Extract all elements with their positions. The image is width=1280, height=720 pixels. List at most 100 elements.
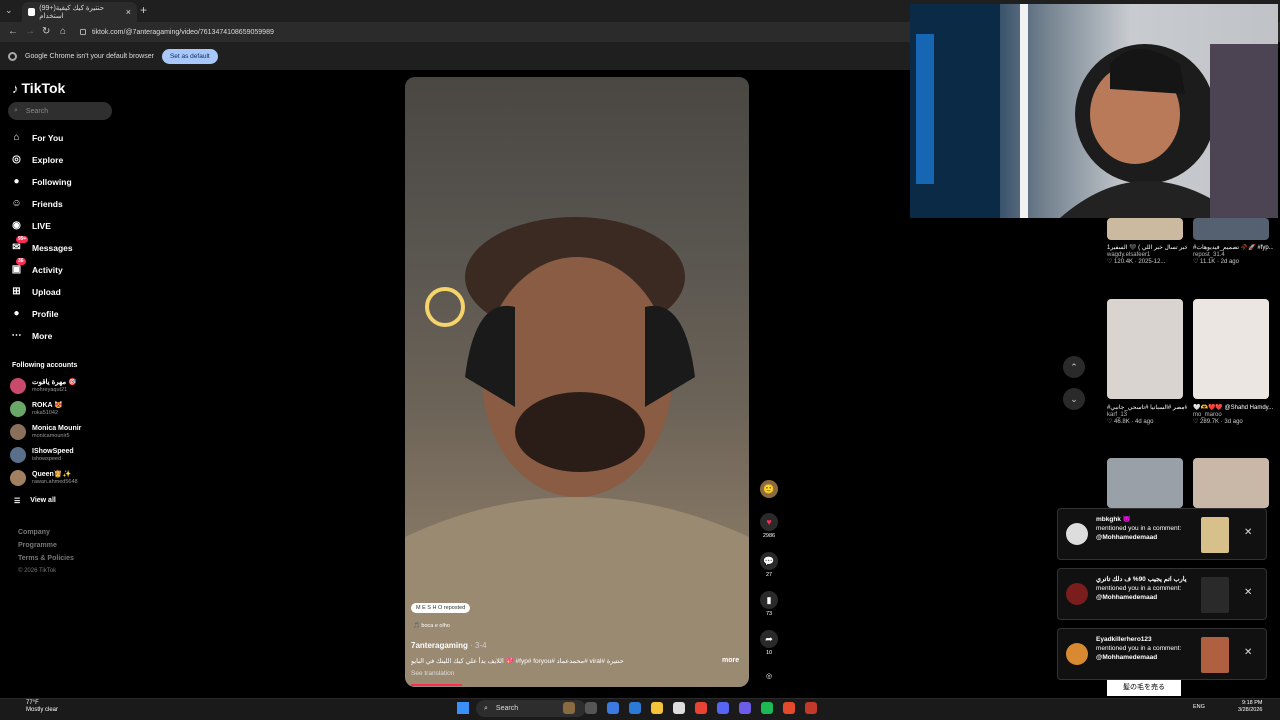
mention-notification[interactable]: Eyadkillerhero123 mentioned you in a comm…	[1057, 628, 1267, 680]
new-tab-icon[interactable]: +	[140, 3, 147, 17]
music-label[interactable]: 🎵 boca e olho	[413, 623, 450, 629]
forward-icon[interactable]: →	[25, 26, 35, 37]
footer-programme[interactable]: Programme	[18, 542, 57, 549]
following-account[interactable]: مهرة ياقوت 🎯 mohreyaqut21	[10, 378, 77, 394]
previous-video-chevron-up-icon[interactable]: ⌃	[1063, 356, 1085, 378]
app-icon[interactable]	[805, 702, 817, 714]
save-button[interactable]: ▮ 73	[758, 591, 780, 617]
nav-item-upload[interactable]: ⊞ Upload	[10, 285, 61, 298]
start-icon[interactable]	[457, 702, 469, 714]
bookmark-icon: ▮	[760, 591, 778, 609]
close-icon[interactable]: ✕	[1244, 647, 1252, 658]
comment-button[interactable]: 💬 27	[758, 552, 780, 578]
following-account[interactable]: IShowSpeed ishowspeed	[10, 447, 74, 463]
video-player[interactable]	[405, 77, 749, 687]
nav-item-live[interactable]: ◉ LIVE	[10, 219, 51, 232]
video-progress-bar[interactable]	[411, 684, 462, 686]
following-account[interactable]: Monica Mounir monicamounir5	[10, 424, 81, 440]
nav-item-messages[interactable]: ✉ 99+ Messages	[10, 236, 73, 254]
video-thumbnail[interactable]	[1107, 218, 1183, 240]
search-input[interactable]: ⌕ Search	[8, 102, 112, 120]
store-icon[interactable]	[673, 702, 685, 714]
date: 3/28/2026	[1238, 707, 1263, 713]
video-thumbnail[interactable]	[1193, 299, 1269, 399]
video-card-info[interactable]: 🤍🫶❤️❤️ @Shahd Hamdy... mo_maroo ♡ 289.7K ·…	[1193, 404, 1273, 425]
video-card-info[interactable]: #منتخب_مصر #مصر #السبانيا #تاسحي_جانبي..…	[1107, 404, 1187, 425]
tiktok-note-icon: ♪	[12, 80, 19, 96]
app-icon[interactable]	[739, 702, 751, 714]
video-card-info[interactable]: قصة جديدة ( خبر تسال خبر اللي ) 🖤 السفير…	[1107, 244, 1187, 265]
home-icon[interactable]: ⌂	[60, 26, 66, 37]
clock[interactable]: 9:18 PM 3/28/2026	[1238, 700, 1262, 714]
site-info-icon[interactable]	[80, 29, 86, 35]
footer-company[interactable]: Company	[18, 529, 50, 536]
nav-item-friends[interactable]: ☺ Friends	[10, 197, 63, 210]
video-card-stats: ♡ 46.8K · 4d ago	[1107, 418, 1187, 425]
share-button[interactable]: ➦ 10	[758, 630, 780, 656]
discord-icon[interactable]	[717, 702, 729, 714]
see-translation-link[interactable]: See translation	[411, 670, 454, 677]
time: 9:18 PM	[1241, 700, 1263, 706]
edge-icon[interactable]	[629, 702, 641, 714]
video-card-title: 🤍🫶❤️❤️ @Shahd Hamdy...	[1193, 405, 1273, 411]
video-card-info[interactable]: #تصميم_فيديوهات 🥀🚀 #fyp... repost_31.4 ♡ 1…	[1193, 244, 1273, 265]
video-thumbnail[interactable]	[1193, 218, 1269, 240]
close-icon[interactable]: ✕	[1244, 527, 1252, 538]
reload-icon[interactable]: ↻	[42, 26, 50, 37]
heart-outline-icon: ♡	[1193, 259, 1201, 265]
following-account[interactable]: ROKA 😻 roka51042	[10, 401, 63, 417]
nav-label: Friends	[32, 198, 63, 209]
app-icon[interactable]	[563, 702, 575, 714]
chrome-icon[interactable]	[695, 702, 707, 714]
nav-label: For You	[32, 132, 64, 143]
following-icon: ●	[13, 176, 20, 187]
creator-avatar[interactable]: 🙂	[758, 480, 780, 498]
reposted-badge: M E S H O reposted	[411, 603, 471, 613]
copyright: © 2026 TikTok	[18, 568, 57, 574]
music-text: boca e olho	[421, 623, 450, 629]
sound-icon[interactable]: ◎	[758, 672, 780, 680]
nav-item-more[interactable]: ⋯ More	[10, 329, 53, 342]
video-thumbnail[interactable]	[1193, 458, 1269, 508]
nav-item-profile[interactable]: ● Profile	[10, 307, 58, 320]
copilot-icon[interactable]	[607, 702, 619, 714]
video-author[interactable]: 7anteragaming · 3-4	[411, 641, 487, 650]
weather-widget[interactable]: 77°F Mostly clear	[10, 700, 58, 714]
tiktok-logo[interactable]: ♪ TikTok	[12, 80, 65, 96]
heart-icon: ♥	[760, 513, 778, 531]
language-indicator[interactable]: ENG	[1193, 704, 1205, 710]
brave-icon[interactable]	[783, 702, 795, 714]
tab-search-icon[interactable]: ⌄	[5, 5, 13, 16]
task-view-icon[interactable]	[585, 702, 597, 714]
close-tab-icon[interactable]: ×	[126, 7, 131, 17]
view-all-button[interactable]: ☰ View all	[14, 497, 56, 505]
nav-item-activity[interactable]: ▣ 36 Activity	[10, 258, 63, 276]
back-icon[interactable]: ←	[8, 26, 18, 37]
mention-notification[interactable]: يارب اتم يجيب 90% ف دلك تاتري mentioned y…	[1057, 568, 1267, 620]
following-account[interactable]: Queen👸✨ rawan.ahmed5648	[10, 470, 78, 486]
video-card-stats: ♡ 11.1K · 2d ago	[1193, 258, 1273, 265]
nav-label: More	[32, 330, 53, 341]
notification-mention: @Mohhamedemaad	[1096, 534, 1158, 541]
next-video-chevron-down-icon[interactable]: ⌄	[1063, 388, 1085, 410]
url-field[interactable]: tiktok.com/@7anteragaming/video/76134741…	[80, 25, 910, 39]
caption-more-button[interactable]: more	[722, 657, 739, 664]
notification-text: يارب اتم يجيب 90% ف دلك تاتري mentioned y…	[1096, 575, 1196, 602]
like-button[interactable]: ♥ 2986	[758, 513, 780, 539]
author-name: 7anteragaming	[411, 641, 468, 650]
nav-label: Profile	[32, 308, 59, 319]
video-thumbnail[interactable]	[1107, 458, 1183, 508]
nav-item-explore[interactable]: ◎ Explore	[10, 153, 63, 166]
spotify-icon[interactable]	[761, 702, 773, 714]
file-explorer-icon[interactable]	[651, 702, 663, 714]
view-all-label: View all	[30, 497, 56, 504]
browser-tab[interactable]: (99+)حنتيرة كيك كيفية استخدام ×	[22, 2, 137, 22]
footer-terms[interactable]: Terms & Policies	[18, 555, 74, 562]
nav-item-following[interactable]: ● Following	[10, 175, 71, 188]
set-default-button[interactable]: Set as default	[161, 48, 218, 64]
nav-item-for-you[interactable]: ⌂ For You	[10, 131, 63, 144]
account-name: مهرة ياقوت 🎯	[32, 378, 77, 386]
video-thumbnail[interactable]	[1107, 299, 1183, 399]
close-icon[interactable]: ✕	[1244, 587, 1252, 598]
mention-notification[interactable]: mbkghk 😈 mentioned you in a comment: @Mohh…	[1057, 508, 1267, 560]
